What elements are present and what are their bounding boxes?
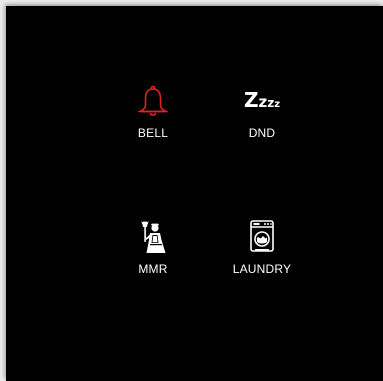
bell-icon [138, 85, 168, 116]
dnd-label: DND [248, 126, 276, 140]
bell-label: BELL [137, 126, 169, 140]
control-panel: BELL Zzzz DND MMR LAUNDRY [6, 6, 383, 381]
sleep-zzz-icon: Zzzz [243, 88, 281, 112]
mmr-button[interactable]: MMR [108, 214, 198, 284]
maid-icon [141, 220, 166, 253]
laundry-label: LAUNDRY [232, 262, 292, 276]
bell-button[interactable]: BELL [108, 78, 198, 148]
dnd-button[interactable]: Zzzz DND [217, 78, 307, 148]
mmr-label: MMR [138, 262, 168, 276]
laundry-button[interactable]: LAUNDRY [217, 214, 307, 284]
washing-machine-icon [250, 220, 274, 252]
